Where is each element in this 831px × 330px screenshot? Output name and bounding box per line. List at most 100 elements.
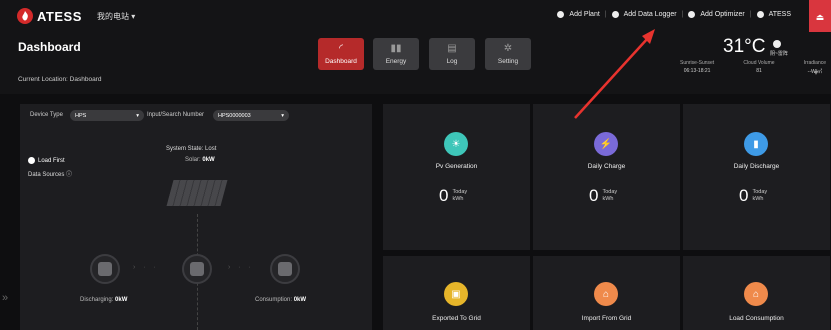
flame-icon <box>17 8 33 24</box>
separator: | <box>749 11 752 18</box>
top-bar: ATESS 我的电站 ▾ Add Plant | Add Data Logger… <box>0 0 831 50</box>
search-number-value: HPS0000003 <box>218 112 251 119</box>
nav-log[interactable]: ▤ Log <box>429 38 475 70</box>
solar-reading: Solar: 0kW <box>185 157 215 163</box>
page-title: Dashboard <box>18 40 81 54</box>
sun-icon: ☀ <box>444 132 468 156</box>
load-first-label: Load First <box>38 157 65 164</box>
device-panel: Device Type HPS ▾ Input/Search Number HPS… <box>20 104 372 330</box>
user-icon <box>756 11 764 18</box>
value-unit: kWh <box>602 196 614 202</box>
pv-generation-card: ☀ Pv Generation 0 Today kWh <box>383 104 530 250</box>
consumption-reading: Consumption: 0kW <box>255 297 306 303</box>
plant-selector[interactable]: 我的电站 ▾ <box>97 11 135 22</box>
radio-icon <box>28 157 35 164</box>
brand-name: ATESS <box>37 8 82 24</box>
consumption-label: Consumption: <box>255 297 293 303</box>
value-unit: kWh <box>752 196 764 202</box>
sunrise-value: 06:13-18:21 <box>683 68 711 74</box>
temperature: 31°C <box>723 36 766 57</box>
cloud-volume: Cloud Volume 81 <box>743 60 774 75</box>
top-actions: Add Plant | Add Data Logger | Add Optimi… <box>557 11 791 18</box>
add-data-logger-icon <box>611 11 619 18</box>
grid-import-icon: ⌂ <box>594 282 618 306</box>
card-label: Exported To Grid <box>432 315 481 322</box>
separator: | <box>604 11 607 18</box>
daily-discharge-card: ▮ Daily Discharge 0 Today kWh <box>683 104 830 250</box>
document-icon: ▤ <box>447 43 457 54</box>
logout-icon: ⏏ <box>815 12 825 22</box>
inverter-node <box>182 254 212 284</box>
add-plant-link[interactable]: Add Plant <box>569 11 599 18</box>
expand-arrow-icon[interactable]: » <box>2 292 8 304</box>
value-period: Today <box>452 189 468 196</box>
value-number: 0 <box>739 186 749 205</box>
value-unit: kWh <box>452 196 464 202</box>
user-menu[interactable]: ATESS <box>769 11 791 18</box>
irradiance-label: Irradiance <box>803 60 826 66</box>
inverter-icon <box>190 262 204 276</box>
nav-log-label: Log <box>446 58 458 65</box>
device-type-select[interactable]: HPS ▾ <box>70 110 144 121</box>
chevron-down-icon: ▾ <box>281 112 284 119</box>
add-plant-icon <box>557 11 565 18</box>
card-label: Daily Charge <box>587 163 626 170</box>
import-from-grid-card: ⌂ Import From Grid <box>533 256 680 330</box>
exported-to-grid-card: ▣ Exported To Grid <box>383 256 530 330</box>
cloud-sun-icon <box>773 40 781 48</box>
battery-icon <box>98 262 112 276</box>
chevron-down-icon: ▾ <box>136 112 139 119</box>
weather-condition: 阴~雷阵 <box>770 51 788 57</box>
home-icon <box>278 262 292 276</box>
chevron-down-icon[interactable]: ▾ <box>814 68 818 77</box>
card-value: 0 Today kWh <box>739 186 767 206</box>
page-header: Dashboard Current Location: Dashboard ◜ D… <box>0 32 831 94</box>
flow-dots: › · · <box>133 264 159 271</box>
discharging-label: Discharging: <box>80 297 114 303</box>
card-label: Load Consumption <box>729 315 784 322</box>
gauge-icon: ◜ <box>339 43 343 54</box>
load-first-radio[interactable]: Load First <box>28 157 65 164</box>
daily-charge-card: ⚡ Daily Charge 0 Today kWh <box>533 104 680 250</box>
value-number: 0 <box>589 186 599 205</box>
home-node <box>270 254 300 284</box>
battery-discharge-icon: ▮ <box>744 132 768 156</box>
breadcrumb: Current Location: Dashboard <box>18 76 102 83</box>
brand-logo[interactable]: ATESS <box>17 8 82 24</box>
solar-panel-image <box>166 180 228 206</box>
nav-energy[interactable]: ▮▮ Energy <box>373 38 419 70</box>
consumption-value: 0kW <box>293 297 307 303</box>
device-type-label: Device Type <box>30 112 63 118</box>
add-data-logger-link[interactable]: Add Data Logger <box>624 11 677 18</box>
grid-export-icon: ▣ <box>444 282 468 306</box>
solar-value: 0kW <box>202 157 215 163</box>
value-period: Today <box>752 189 768 196</box>
home-icon: ⌂ <box>744 282 768 306</box>
battery-node <box>90 254 120 284</box>
add-optimizer-icon <box>688 11 696 18</box>
add-optimizer-link[interactable]: Add Optimizer <box>700 11 744 18</box>
gear-icon: ✲ <box>503 43 513 54</box>
card-label: Pv Generation <box>435 163 478 170</box>
separator: | <box>681 11 684 18</box>
nav-energy-label: Energy <box>385 58 407 65</box>
value-number: 0 <box>439 186 449 205</box>
card-value: 0 Today kWh <box>439 186 467 206</box>
cloud-value: 81 <box>756 68 762 74</box>
value-period: Today <box>602 189 618 196</box>
battery-charge-icon: ⚡ <box>594 132 618 156</box>
card-label: Daily Discharge <box>733 163 780 170</box>
system-state: System State: Lost <box>166 146 217 152</box>
card-label: Import From Grid <box>581 315 632 322</box>
cloud-label: Cloud Volume <box>743 60 775 66</box>
card-value: 0 Today kWh <box>589 186 617 206</box>
nav-setting[interactable]: ✲ Setting <box>485 38 531 70</box>
search-number-select[interactable]: HPS0000003 ▾ <box>213 110 289 121</box>
discharging-reading: Discharging: 0kW <box>80 297 127 303</box>
search-number-label: Input/Search Number <box>147 112 205 118</box>
discharging-value: 0kW <box>115 297 128 303</box>
nav-setting-label: Setting <box>497 58 519 65</box>
device-type-value: HPS <box>75 112 87 119</box>
data-sources[interactable]: Data Sources ⓘ <box>28 169 72 178</box>
nav-dashboard[interactable]: ◜ Dashboard <box>318 38 364 70</box>
